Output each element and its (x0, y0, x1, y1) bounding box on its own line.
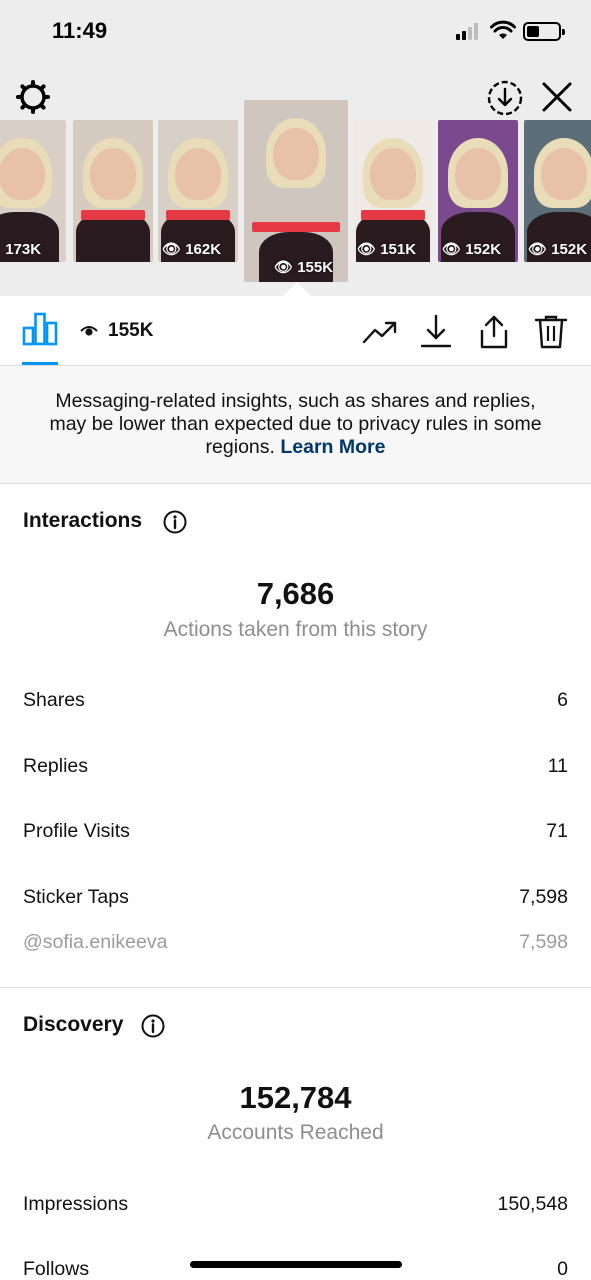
story-thumbnail[interactable]: 👁 162K (158, 120, 238, 262)
eye-icon (80, 326, 98, 336)
story-thumbnail[interactable]: 👁 173K (0, 120, 66, 262)
wifi-icon (490, 20, 516, 39)
status-bar: 11:49 (0, 0, 591, 64)
discovery-total: 152,784 (239, 1080, 352, 1115)
story-mention-tag (166, 210, 230, 220)
tab-indicator (22, 362, 58, 365)
story-mention-tag (81, 210, 145, 220)
battery-icon (523, 22, 565, 41)
sticker-taps-row: Sticker Taps 7,598 (23, 886, 568, 914)
interactions-total-label: Actions taken from this story (163, 618, 428, 641)
metric-label: Sticker Taps (23, 886, 129, 908)
selected-story-pointer (283, 282, 311, 296)
insights-toolbar: 155K (0, 296, 591, 366)
impressions-row: Impressions 150,548 (23, 1193, 568, 1221)
metric-value: 11 (547, 755, 568, 777)
replies-row: Replies 11 (23, 755, 568, 783)
story-views-label: 👁 152K (528, 241, 588, 258)
story-views-label: 👁 155K (274, 259, 334, 276)
learn-more-link[interactable]: Learn More (280, 436, 385, 458)
interactions-title: Interactions (23, 509, 143, 532)
info-icon[interactable] (141, 1014, 165, 1038)
story-views-label: 👁 162K (162, 241, 222, 258)
delete-icon[interactable] (533, 314, 569, 350)
metric-value: 7,598 (519, 886, 568, 908)
story-thumbnail-strip: 👁 173K 👁 162K 👁 155K 👁 151K 👁 152K 👁 152K (0, 100, 591, 286)
interactions-total: 7,686 (256, 576, 335, 611)
story-thumbnail-selected[interactable]: 👁 155K (244, 100, 348, 282)
metric-value: 6 (557, 689, 568, 711)
metric-value: 7,598 (519, 931, 568, 953)
share-icon[interactable] (476, 314, 512, 350)
sticker-mention-row: @sofia.enikeeva 7,598 (23, 931, 568, 959)
story-thumbnail[interactable]: 👁 152K (524, 120, 591, 262)
story-views-label: 👁 152K (442, 241, 502, 258)
home-indicator[interactable] (190, 1261, 402, 1268)
info-icon[interactable] (163, 510, 187, 534)
trending-icon[interactable] (362, 314, 398, 350)
profile-visits-row: Profile Visits 71 (23, 820, 568, 848)
metric-label: @sofia.enikeeva (23, 931, 168, 953)
section-divider (0, 987, 591, 988)
story-views-count: 155K (108, 320, 154, 341)
shares-row: Shares 6 (23, 689, 568, 717)
discovery-title: Discovery (23, 1013, 124, 1036)
metric-value: 150,548 (497, 1193, 569, 1215)
metric-label: Replies (23, 755, 89, 777)
metric-label: Shares (23, 689, 85, 711)
download-icon[interactable] (418, 314, 454, 350)
metric-value: 71 (546, 820, 568, 842)
story-thumbnail[interactable]: 👁 151K (353, 120, 433, 262)
story-views-label: 👁 151K (357, 241, 417, 258)
metric-label: Impressions (23, 1193, 129, 1215)
cellular-signal-icon (456, 22, 482, 40)
privacy-notice: Messaging-related insights, such as shar… (0, 366, 591, 484)
story-mention-tag (252, 222, 340, 232)
story-thumbnail[interactable] (73, 120, 153, 262)
story-thumbnail[interactable]: 👁 152K (438, 120, 518, 262)
status-time: 11:49 (52, 18, 108, 43)
discovery-total-label: Accounts Reached (207, 1121, 384, 1144)
metric-label: Follows (23, 1258, 90, 1280)
story-views-label: 👁 173K (0, 241, 42, 258)
metric-label: Profile Visits (23, 820, 130, 842)
bar-chart-icon[interactable] (22, 312, 58, 346)
story-header: 11:49 👁 173K👁 162K👁 155K👁 151 (0, 0, 591, 296)
story-mention-tag (361, 210, 425, 220)
metric-value: 0 (557, 1258, 568, 1280)
